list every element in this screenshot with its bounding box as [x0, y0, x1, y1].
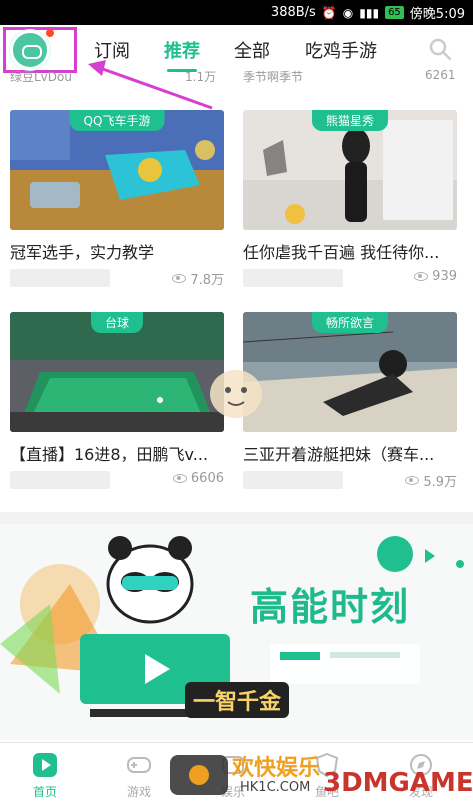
net-speed: 388B/s	[270, 5, 316, 20]
home-icon	[33, 753, 57, 777]
alarm-icon: ⏰	[321, 5, 337, 20]
category-badge: 熊猫星秀	[311, 110, 389, 131]
mascot-icon	[210, 370, 262, 418]
eye-icon	[172, 274, 187, 283]
notification-dot	[46, 29, 54, 37]
tab-chicken-mobile[interactable]: 吃鸡手游	[305, 37, 377, 63]
watermark-line2: HK1C.COM	[240, 780, 311, 795]
view-count: 939	[414, 269, 457, 284]
category-badge: QQ飞车手游	[69, 110, 165, 131]
view-count: 5.9万	[405, 471, 457, 490]
prev-author-right: 季节啊季节	[243, 70, 304, 84]
gamepad-icon	[127, 757, 151, 773]
watermark-line1: 欢快娱乐	[232, 756, 321, 781]
category-badge: 畅所欲言	[311, 312, 389, 333]
avatar[interactable]	[10, 30, 50, 70]
eye-icon	[414, 272, 429, 281]
author-name-blurred	[243, 471, 343, 489]
view-count: 7.8万	[172, 269, 224, 288]
video-title[interactable]: 任你虐我千百遍 我任待你...	[243, 239, 457, 263]
view-count: 6606	[172, 471, 224, 486]
status-bar: 388B/s ⏰ ◉ ▮▮▮ 65 傍晚5:09	[0, 0, 473, 25]
bottom-nav-games[interactable]: 游戏	[104, 751, 174, 800]
prev-author-left: 绿豆LvDou	[10, 70, 72, 84]
video-thumbnail[interactable]: QQ飞车手游	[10, 110, 224, 230]
prev-views-left: 1.1万	[185, 70, 217, 84]
video-thumbnail[interactable]: 台球	[10, 312, 224, 432]
search-icon[interactable]	[428, 37, 452, 61]
eye-icon	[405, 476, 420, 485]
video-title[interactable]: 【直播】16进8，田鹏飞v...	[10, 441, 224, 465]
author-name-blurred	[243, 269, 343, 287]
video-thumbnail[interactable]: 畅所欲言	[243, 312, 457, 432]
eye-comfort-icon: ◉	[342, 5, 354, 20]
author-name-blurred	[10, 471, 110, 489]
banner-headline: 高能时刻	[250, 585, 411, 629]
tab-recommend[interactable]: 推荐	[164, 37, 200, 63]
banner-badge: 一智千金	[185, 682, 290, 718]
watermark-brand: 3DMGAME	[323, 768, 473, 798]
battery-indicator: 65	[385, 6, 404, 19]
tab-subscribe[interactable]: 订阅	[94, 37, 130, 63]
video-title[interactable]: 冠军选手，实力教学	[10, 239, 224, 263]
video-thumbnail[interactable]: 熊猫星秀	[243, 110, 457, 230]
video-title[interactable]: 三亚开着游艇把妹（赛车...	[243, 441, 457, 465]
eye-icon	[172, 474, 187, 483]
clock: 傍晚5:09	[409, 7, 465, 22]
tab-all[interactable]: 全部	[234, 37, 270, 63]
section-divider	[0, 512, 473, 524]
bottom-nav-home[interactable]: 首页	[10, 751, 80, 800]
prev-views-right: 6261	[425, 68, 456, 82]
category-badge: 台球	[90, 312, 144, 333]
highlight-banner[interactable]: 高能时刻 一智千金	[0, 524, 473, 740]
signal-icon: ▮▮▮	[359, 5, 380, 20]
author-name-blurred	[10, 269, 110, 287]
